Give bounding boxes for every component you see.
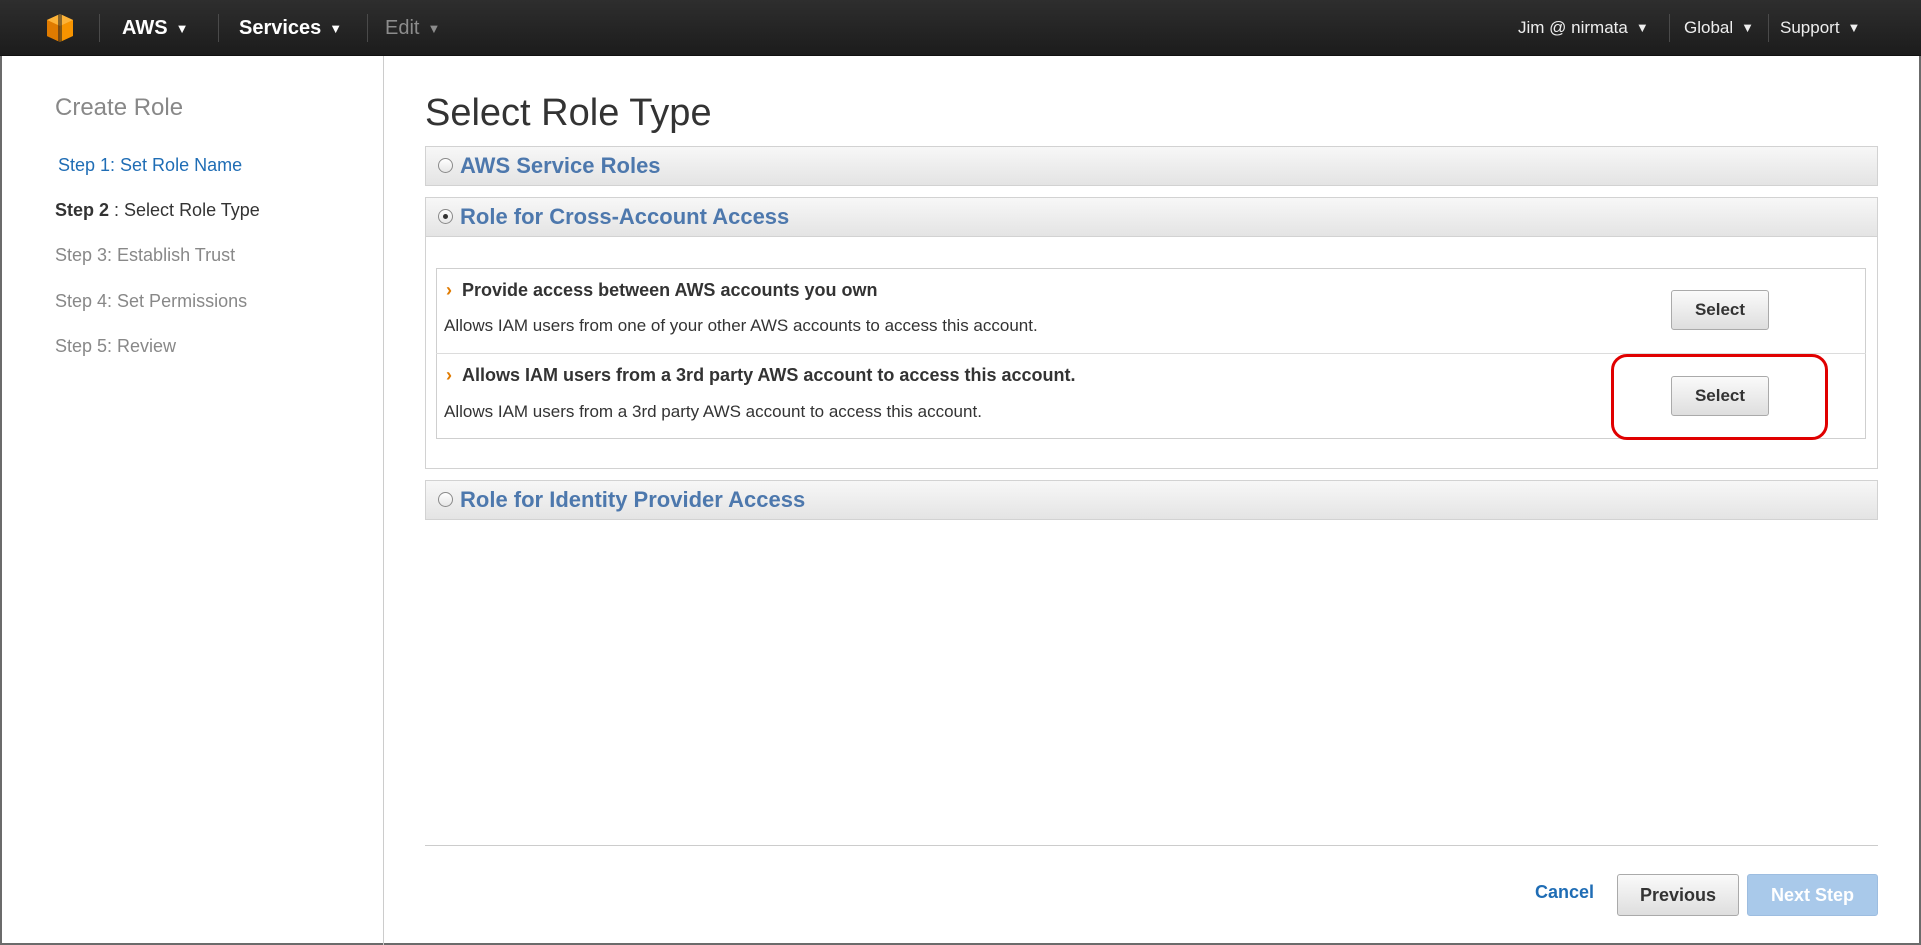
- nav-separator: [1768, 14, 1769, 42]
- section-identity-provider-access[interactable]: Role for Identity Provider Access: [425, 480, 1878, 520]
- step-1-link[interactable]: Step 1: Set Role Name: [58, 155, 242, 176]
- footer-divider: [425, 845, 1878, 846]
- services-menu-label: Services: [239, 17, 322, 39]
- radio-identity-provider-access[interactable]: [438, 492, 453, 507]
- previous-button[interactable]: Previous: [1617, 874, 1739, 916]
- caret-down-icon: ▼: [427, 21, 441, 36]
- wizard-title: Create Role: [55, 94, 184, 121]
- user-menu-label: Jim @ nirmata: [1518, 18, 1628, 37]
- edit-menu-label: Edit: [385, 17, 420, 39]
- cancel-link[interactable]: Cancel: [1535, 882, 1594, 903]
- radio-cross-account-access[interactable]: [438, 209, 453, 224]
- select-own-accounts-button[interactable]: Select: [1671, 290, 1769, 330]
- aws-logo-icon[interactable]: [44, 12, 76, 44]
- aws-menu-label: AWS: [122, 17, 168, 39]
- option-own-accounts-title: › Provide access between AWS accounts you…: [446, 280, 877, 301]
- edit-menu[interactable]: Edit ▼: [385, 0, 440, 56]
- option-title-text: Provide access between AWS accounts you …: [462, 280, 878, 300]
- chevron-right-icon: ›: [446, 280, 452, 300]
- aws-menu[interactable]: AWS ▼: [122, 0, 188, 56]
- region-menu[interactable]: Global ▼: [1684, 0, 1754, 56]
- caret-down-icon: ▼: [175, 21, 189, 36]
- nav-separator: [218, 14, 219, 42]
- top-navigation-bar: AWS ▼ Services ▼ Edit ▼ Jim @ nirmata ▼ Glob…: [0, 0, 1921, 56]
- step-2-number: Step 2: [55, 200, 110, 220]
- user-menu[interactable]: Jim @ nirmata ▼: [1518, 0, 1649, 56]
- section-cross-account-access[interactable]: Role for Cross-Account Access: [425, 197, 1878, 237]
- option-own-accounts-description: Allows IAM users from one of your other …: [444, 316, 1038, 335]
- step-2-label: : Select Role Type: [109, 200, 260, 220]
- option-third-party-title: › Allows IAM users from a 3rd party AWS a…: [446, 365, 1076, 386]
- radio-aws-service-roles[interactable]: [438, 158, 453, 173]
- step-2-current: Step 2 : Select Role Type: [55, 200, 260, 221]
- wizard-steps: Create Role Step 1: Set Role Name Step 2…: [0, 56, 384, 945]
- section-label: AWS Service Roles: [460, 153, 661, 178]
- step-4: Step 4: Set Permissions: [55, 291, 248, 311]
- caret-down-icon: ▼: [329, 21, 343, 36]
- caret-down-icon: ▼: [1847, 20, 1861, 35]
- section-label: Role for Identity Provider Access: [460, 487, 806, 512]
- caret-down-icon: ▼: [1741, 20, 1755, 35]
- option-title-text: Allows IAM users from a 3rd party AWS ac…: [462, 365, 1076, 385]
- support-menu-label: Support: [1780, 18, 1840, 37]
- page-title: Select Role Type: [425, 92, 712, 134]
- highlight-annotation: [1611, 354, 1828, 440]
- next-step-button[interactable]: Next Step: [1747, 874, 1878, 916]
- services-menu[interactable]: Services ▼: [239, 0, 342, 56]
- caret-down-icon: ▼: [1635, 20, 1649, 35]
- step-3: Step 3: Establish Trust: [55, 245, 236, 265]
- step-5: Step 5: Review: [55, 336, 177, 356]
- support-menu[interactable]: Support ▼: [1780, 0, 1860, 56]
- nav-separator: [367, 14, 368, 42]
- nav-separator: [99, 14, 100, 42]
- section-label: Role for Cross-Account Access: [460, 204, 790, 229]
- nav-separator: [1669, 14, 1670, 42]
- chevron-right-icon: ›: [446, 365, 452, 385]
- section-aws-service-roles[interactable]: AWS Service Roles: [425, 146, 1878, 186]
- option-third-party-description: Allows IAM users from a 3rd party AWS ac…: [444, 402, 982, 421]
- region-menu-label: Global: [1684, 18, 1734, 37]
